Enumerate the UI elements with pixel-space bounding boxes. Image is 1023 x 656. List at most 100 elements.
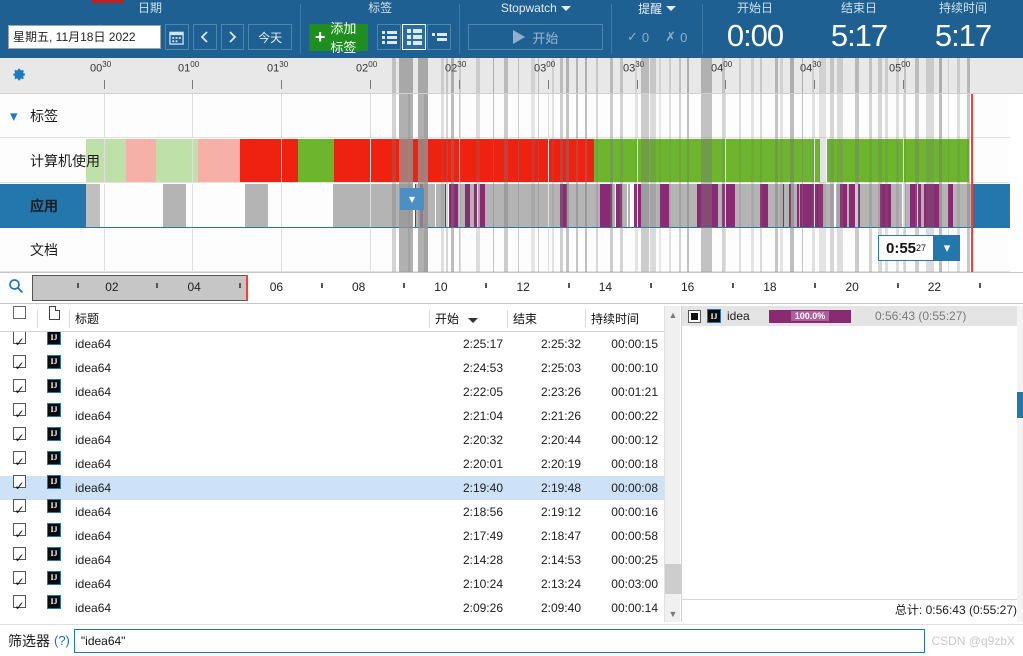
scroll-up-icon[interactable]: ▲	[665, 306, 681, 323]
row-checkbox[interactable]	[12, 569, 26, 595]
row-checkbox[interactable]	[12, 353, 26, 379]
stopwatch-start-button[interactable]: 开始	[468, 24, 604, 50]
apps-segment[interactable]	[824, 184, 832, 227]
row-checkbox[interactable]	[12, 473, 26, 499]
apps-segment-idea[interactable]	[880, 184, 891, 227]
table-header-end[interactable]: 结束	[508, 306, 586, 332]
date-input[interactable]: 星期五, 11月18日 2022	[8, 25, 162, 49]
computer-use-segment[interactable]	[126, 139, 156, 182]
apps-segment[interactable]	[245, 184, 268, 227]
apps-segment[interactable]	[627, 184, 630, 227]
summary-scrollbar[interactable]	[1017, 306, 1023, 622]
apps-segment[interactable]	[735, 184, 783, 227]
timeline-row-apps[interactable]: 应用 ▾	[0, 184, 1010, 228]
table-row[interactable]: IJ idea64 2:17:49 2:18:47 00:00:58	[0, 521, 680, 548]
summary-entry-row[interactable]: IJ idea 100.0% 0:56:43 (0:55:27)	[682, 306, 1023, 326]
apps-segment[interactable]	[565, 184, 605, 227]
table-row[interactable]: IJ idea64 2:25:17 2:25:32 00:00:15	[0, 332, 680, 356]
stopwatch-dropdown[interactable]: Stopwatch	[460, 0, 611, 16]
apps-segment-idea[interactable]	[840, 184, 847, 227]
reminder-dropdown[interactable]: 提醒	[612, 0, 702, 16]
prev-day-button[interactable]	[192, 24, 217, 50]
table-header-duration[interactable]: 持续时间	[586, 306, 664, 332]
row-checkbox[interactable]	[12, 593, 26, 619]
table-row[interactable]: IJ idea64 2:22:05 2:23:26 00:01:21	[0, 377, 680, 404]
table-row[interactable]: IJ idea64 2:20:01 2:20:19 00:00:18	[0, 449, 680, 476]
table-row[interactable]: IJ idea64 2:21:04 2:21:26 00:00:22	[0, 401, 680, 428]
apps-segment-idea[interactable]	[615, 184, 623, 227]
row-checkbox-cell[interactable]	[0, 593, 38, 621]
apps-segment-idea[interactable]	[560, 184, 567, 227]
calendar-icon[interactable]	[165, 24, 189, 50]
table-vertical-scrollbar[interactable]: ▲ ▼	[664, 306, 681, 622]
next-day-button[interactable]	[220, 24, 245, 50]
table-row[interactable]: IJ idea64 2:18:56 2:19:12 00:00:16	[0, 497, 680, 524]
computer-use-segment[interactable]	[820, 139, 827, 182]
apps-segment[interactable]	[333, 184, 399, 227]
apps-segment[interactable]	[940, 184, 949, 227]
computer-use-segment[interactable]	[334, 139, 494, 182]
apps-segment-idea[interactable]	[445, 184, 447, 227]
timeline-row-tags[interactable]: ▾ 标签	[0, 94, 1010, 138]
apps-segment-idea[interactable]	[930, 184, 939, 227]
computer-use-segment[interactable]	[827, 139, 969, 182]
timeline-row-documents[interactable]: 文档	[0, 229, 1010, 272]
apps-segment[interactable]	[429, 184, 435, 227]
table-row[interactable]: IJ idea64 2:24:53 2:25:03 00:00:10	[0, 353, 680, 380]
apps-segment-idea[interactable]	[760, 184, 768, 227]
apps-segment-idea[interactable]	[473, 184, 478, 227]
apps-segment-idea[interactable]	[916, 184, 918, 227]
timeline-ruler[interactable]: 0030010001300200023003000330040004300500	[0, 58, 1023, 94]
apps-segment[interactable]	[860, 184, 898, 227]
row-checkbox[interactable]	[12, 332, 26, 355]
apps-segment[interactable]	[831, 184, 835, 227]
row-checkbox[interactable]	[12, 521, 26, 547]
computer-use-segment[interactable]	[594, 139, 820, 182]
table-scroll-thumb[interactable]	[665, 564, 681, 594]
scrubber-track[interactable]: 02 04 06 08 10 12 14 16 18 20 22	[32, 273, 1023, 303]
gear-icon[interactable]	[10, 66, 27, 88]
computer-use-segment[interactable]	[240, 139, 298, 182]
today-button[interactable]: 今天	[248, 24, 292, 50]
row-checkbox[interactable]	[12, 425, 26, 451]
timeline-row-computer-use[interactable]: 计算机使用	[0, 139, 1010, 183]
search-icon[interactable]	[0, 278, 32, 298]
table-header-title[interactable]: 标题	[70, 306, 430, 332]
duration-dropdown-chevron-icon[interactable]: ▾	[934, 235, 961, 261]
apps-segment-idea[interactable]	[848, 184, 856, 227]
apps-segment[interactable]	[642, 184, 697, 227]
filter-input[interactable]: "idea64"	[73, 628, 926, 653]
row-checkbox[interactable]	[12, 401, 26, 427]
row-checkbox[interactable]	[12, 497, 26, 523]
filter-help-icon[interactable]: (?)	[54, 633, 70, 648]
apps-segment[interactable]	[86, 184, 100, 227]
scrubber-selection[interactable]	[32, 275, 247, 301]
scroll-down-icon[interactable]: ▼	[665, 605, 681, 622]
timeline-scrubber[interactable]: 02 04 06 08 10 12 14 16 18 20 22	[0, 272, 1023, 304]
apps-segment-idea[interactable]	[600, 184, 612, 227]
computer-use-segment[interactable]	[198, 139, 240, 182]
chevron-down-icon[interactable]: ▾	[10, 107, 18, 125]
select-all-checkbox[interactable]	[12, 305, 26, 319]
view-mode-list-icon[interactable]	[377, 24, 402, 50]
add-tag-button[interactable]: + 添加标签	[308, 21, 369, 55]
table-header-start[interactable]: 开始	[430, 306, 508, 332]
apps-segment-idea[interactable]	[910, 184, 916, 227]
row-checkbox[interactable]	[12, 449, 26, 475]
apps-segment-idea[interactable]	[480, 184, 485, 227]
row-checkbox[interactable]	[12, 545, 26, 571]
table-row[interactable]: IJ idea64 2:14:28 2:14:53 00:00:25	[0, 545, 680, 572]
apps-segment-idea[interactable]	[660, 184, 669, 227]
table-row[interactable]: IJ idea64 2:10:24 2:13:24 00:03:00	[0, 569, 680, 596]
computer-use-segment[interactable]	[494, 139, 589, 182]
apps-segment-idea[interactable]	[700, 184, 714, 227]
summary-checkbox[interactable]	[688, 309, 701, 323]
computer-use-segment[interactable]	[298, 139, 334, 182]
app-popup-chevron-icon[interactable]: ▾	[400, 188, 424, 210]
row-checkbox[interactable]	[12, 377, 26, 403]
summary-scroll-thumb[interactable]	[1017, 392, 1023, 418]
view-mode-detail-icon[interactable]	[402, 24, 427, 50]
table-row[interactable]: IJ idea64 2:19:40 2:19:48 00:00:08	[0, 473, 680, 500]
table-header-check[interactable]	[0, 305, 38, 332]
apps-segment[interactable]	[957, 184, 966, 227]
